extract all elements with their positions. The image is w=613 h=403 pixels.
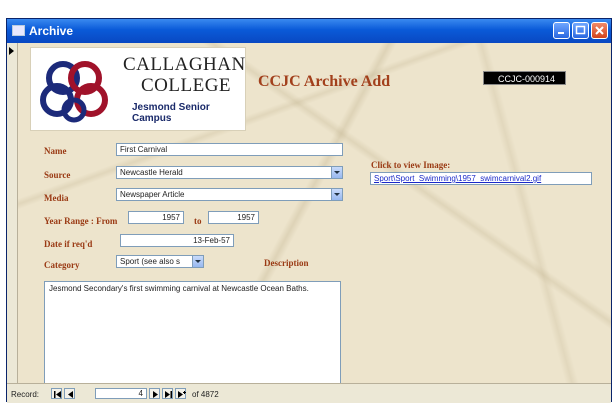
college-logo: CALLAGHAN COLLEGE Jesmond Senior Campus bbox=[30, 47, 246, 131]
media-value: Newspaper Article bbox=[120, 190, 185, 199]
source-combo[interactable]: Newcastle Herald bbox=[116, 166, 343, 179]
of-label: of bbox=[192, 390, 199, 399]
first-record-button[interactable] bbox=[51, 388, 62, 399]
archive-window: Archive CALLAGHAN COLLEGE Jesmond Senior… bbox=[6, 18, 612, 403]
title-bar[interactable]: Archive bbox=[7, 19, 611, 43]
record-selector[interactable] bbox=[7, 43, 18, 383]
year-from-field[interactable]: 1957 bbox=[128, 211, 184, 224]
source-value: Newcastle Herald bbox=[120, 168, 183, 177]
record-total: 4872 bbox=[200, 390, 219, 399]
minimize-icon bbox=[558, 32, 564, 34]
media-label: Media bbox=[44, 193, 69, 203]
record-label: Record: bbox=[11, 390, 40, 399]
record-count: of 4872 bbox=[192, 390, 219, 399]
current-record-arrow-icon bbox=[9, 47, 14, 55]
archive-form: CALLAGHAN COLLEGE Jesmond Senior Campus … bbox=[18, 43, 611, 383]
category-combo[interactable]: Sport (see also s bbox=[116, 255, 204, 268]
maximize-button[interactable] bbox=[572, 22, 589, 39]
record-navigation-bar: Record: 4 of 4872 bbox=[7, 383, 611, 403]
source-label: Source bbox=[44, 170, 71, 180]
close-button[interactable] bbox=[591, 22, 608, 39]
date-received-field[interactable]: 13-Feb-57 bbox=[120, 234, 234, 247]
year-to-label: to bbox=[194, 216, 202, 226]
logo-line-callaghan: CALLAGHAN bbox=[123, 54, 246, 75]
image-link[interactable]: Sport\Sport_Swimming\1957_swimcarnival2.… bbox=[370, 172, 592, 185]
form-heading: CCJC Archive Add bbox=[258, 73, 391, 90]
new-record-button[interactable] bbox=[175, 388, 186, 399]
previous-record-button[interactable] bbox=[64, 388, 75, 399]
source-dropdown-icon[interactable] bbox=[331, 167, 342, 178]
window-title: Archive bbox=[29, 24, 74, 38]
year-to-field[interactable]: 1957 bbox=[208, 211, 259, 224]
previous-record-icon bbox=[68, 391, 73, 398]
next-record-icon bbox=[153, 391, 158, 398]
minimize-button[interactable] bbox=[553, 22, 570, 39]
new-record-icon bbox=[178, 391, 186, 398]
logo-line-campus: Jesmond Senior Campus bbox=[132, 102, 210, 124]
category-label: Category bbox=[44, 260, 80, 270]
first-record-icon bbox=[54, 391, 61, 398]
media-combo[interactable]: Newspaper Article bbox=[116, 188, 343, 201]
current-record-field[interactable]: 4 bbox=[95, 388, 147, 399]
date-received-label: Date if req'd bbox=[44, 239, 93, 249]
form-icon bbox=[12, 25, 25, 36]
media-dropdown-icon[interactable] bbox=[331, 189, 342, 200]
college-crest-icon bbox=[40, 61, 108, 123]
description-field[interactable]: Jesmond Secondary's first swimming carni… bbox=[44, 281, 341, 383]
image-label: Click to view Image: bbox=[371, 160, 451, 170]
category-dropdown-icon[interactable] bbox=[192, 256, 203, 267]
name-label: Name bbox=[44, 146, 67, 156]
maximize-icon bbox=[575, 25, 586, 35]
year-range-label: Year Range : From bbox=[44, 216, 118, 226]
category-value: Sport (see also s bbox=[120, 257, 181, 266]
description-label: Description bbox=[264, 258, 309, 268]
logo-line-college: COLLEGE bbox=[141, 75, 232, 96]
last-record-icon bbox=[165, 391, 172, 398]
record-id-field[interactable]: CCJC-000914 bbox=[483, 71, 566, 85]
close-icon bbox=[595, 26, 604, 35]
next-record-button[interactable] bbox=[149, 388, 160, 399]
last-record-button[interactable] bbox=[162, 388, 173, 399]
name-field[interactable]: First Carnival bbox=[116, 143, 343, 156]
